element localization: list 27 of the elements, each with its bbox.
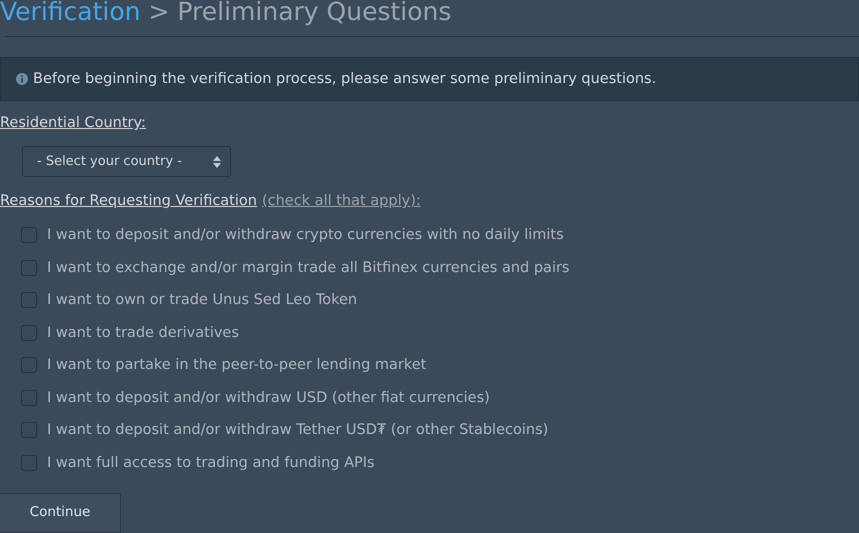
continue-button[interactable]: Continue [0,493,121,533]
checkbox-label: I want to partake in the peer-to-peer lending market [47,357,426,374]
checkbox-label: I want to deposit and/or withdraw Tether USD₮ (or other Stablecoins) [47,422,548,438]
checkbox[interactable] [21,390,37,406]
notice-text: Before beginning the verification process, please answer some preliminary questions. [33,71,656,87]
reasons-label: Reasons for Requesting Verification [0,193,257,209]
page-title: Preliminary Questions [177,0,452,28]
checkbox[interactable] [21,422,37,438]
sort-caret-icon [213,156,221,168]
checkbox-label: I want to exchange and/or margin trade all Bitfinex currencies and pairs [47,260,570,276]
reasons-hint: (check all that apply): [262,193,421,209]
checkbox-label: I want to deposit and/or withdraw crypto currencies with no daily limits [47,227,564,244]
breadcrumb-link[interactable]: Verification [0,0,140,28]
info-icon [16,73,28,85]
checkbox[interactable] [21,260,37,276]
checkbox[interactable] [21,292,37,308]
checkbox-label: I want full access to trading and funding APIs [47,454,375,471]
checkbox-label: I want to deposit and/or withdraw USD (other fiat currencies) [47,390,490,406]
country-select[interactable]: - Select your country - [22,146,231,177]
checkbox[interactable] [21,324,37,341]
checkbox[interactable] [21,357,37,374]
checkbox[interactable] [21,227,37,244]
breadcrumb-separator: > [148,0,170,28]
checkbox-label: I want to own or trade Unus Sed Leo Token [47,292,358,308]
checkbox-label: I want to trade derivatives [47,324,239,341]
country-label: Residential Country: [0,115,146,131]
checkbox[interactable] [21,454,37,471]
